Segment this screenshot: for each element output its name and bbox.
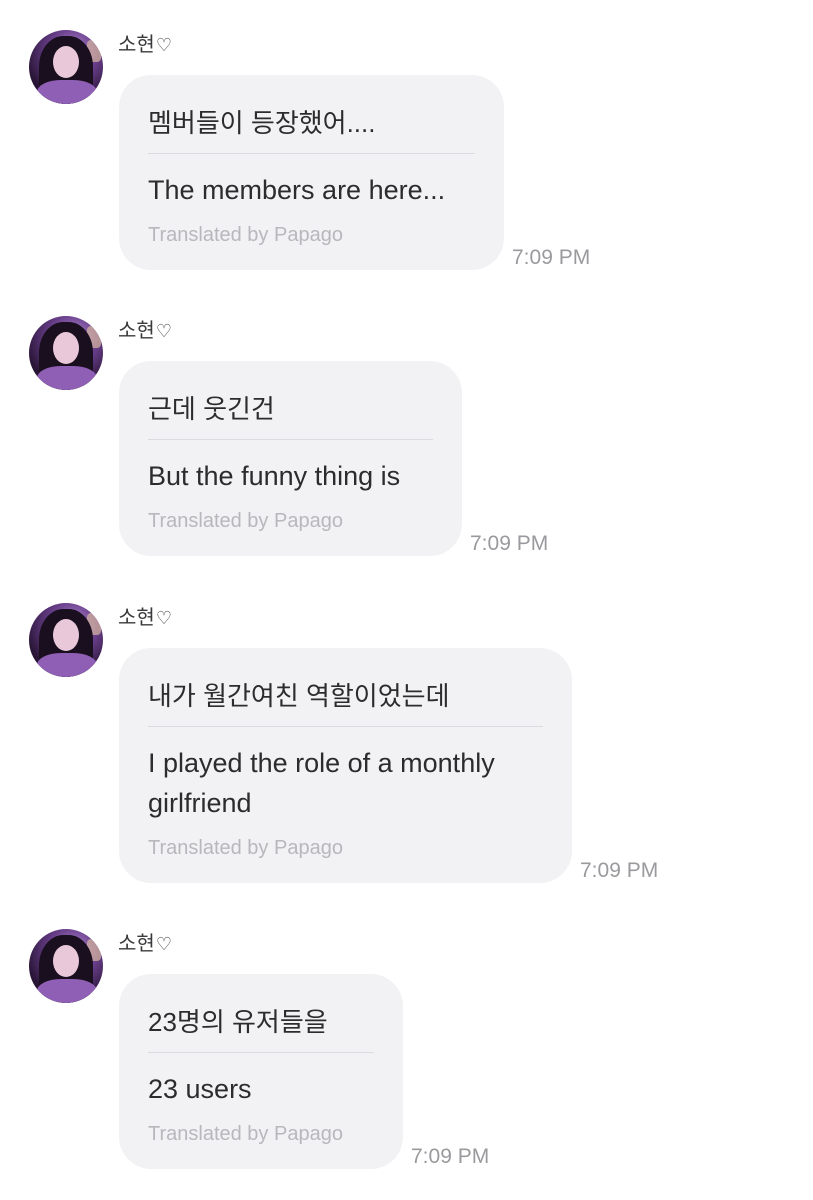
message-bubble[interactable]: 근데 웃긴건 But the funny thing is Translated… xyxy=(119,361,462,556)
translation-credit: Translated by Papago xyxy=(148,1123,343,1145)
translated-text: I played the role of a monthly girlfrien… xyxy=(148,748,495,818)
translated-text: 23 users xyxy=(148,1074,252,1104)
sender-name: 소현♡ xyxy=(118,605,172,632)
original-text: 내가 월간여친 역할이었는데 xyxy=(148,681,450,711)
message-bubble[interactable]: 23명의 유저들을 23 users Translated by Papago xyxy=(119,974,403,1169)
heart-icon: ♡ xyxy=(155,608,172,629)
sender-name-text: 소현 xyxy=(118,320,155,342)
avatar[interactable] xyxy=(29,30,103,104)
translated-text: But the funny thing is xyxy=(148,461,401,491)
original-text: 23명의 유저들을 xyxy=(148,1007,328,1037)
sender-name: 소현♡ xyxy=(118,318,172,345)
message-time: 7:09 PM xyxy=(512,246,591,269)
original-text: 근데 웃긴건 xyxy=(148,394,275,424)
avatar[interactable] xyxy=(29,603,103,677)
message-time: 7:09 PM xyxy=(470,532,549,555)
translation-credit: Translated by Papago xyxy=(148,224,343,246)
avatar[interactable] xyxy=(29,316,103,390)
message-time: 7:09 PM xyxy=(411,1145,490,1168)
sender-name: 소현♡ xyxy=(118,32,172,59)
heart-icon: ♡ xyxy=(155,934,172,955)
original-text: 멤버들이 등장했어.... xyxy=(148,108,376,138)
avatar[interactable] xyxy=(29,929,103,1003)
sender-name: 소현♡ xyxy=(118,931,172,958)
translated-text: The members are here... xyxy=(148,175,446,205)
message-bubble[interactable]: 멤버들이 등장했어.... The members are here... Tr… xyxy=(119,75,504,270)
sender-name-text: 소현 xyxy=(118,933,155,955)
heart-icon: ♡ xyxy=(155,35,172,56)
message-bubble[interactable]: 내가 월간여친 역할이었는데 I played the role of a mo… xyxy=(119,648,572,883)
sender-name-text: 소현 xyxy=(118,607,155,629)
translation-credit: Translated by Papago xyxy=(148,837,343,859)
translation-credit: Translated by Papago xyxy=(148,510,343,532)
heart-icon: ♡ xyxy=(155,321,172,342)
message-time: 7:09 PM xyxy=(580,859,659,882)
sender-name-text: 소현 xyxy=(118,34,155,56)
